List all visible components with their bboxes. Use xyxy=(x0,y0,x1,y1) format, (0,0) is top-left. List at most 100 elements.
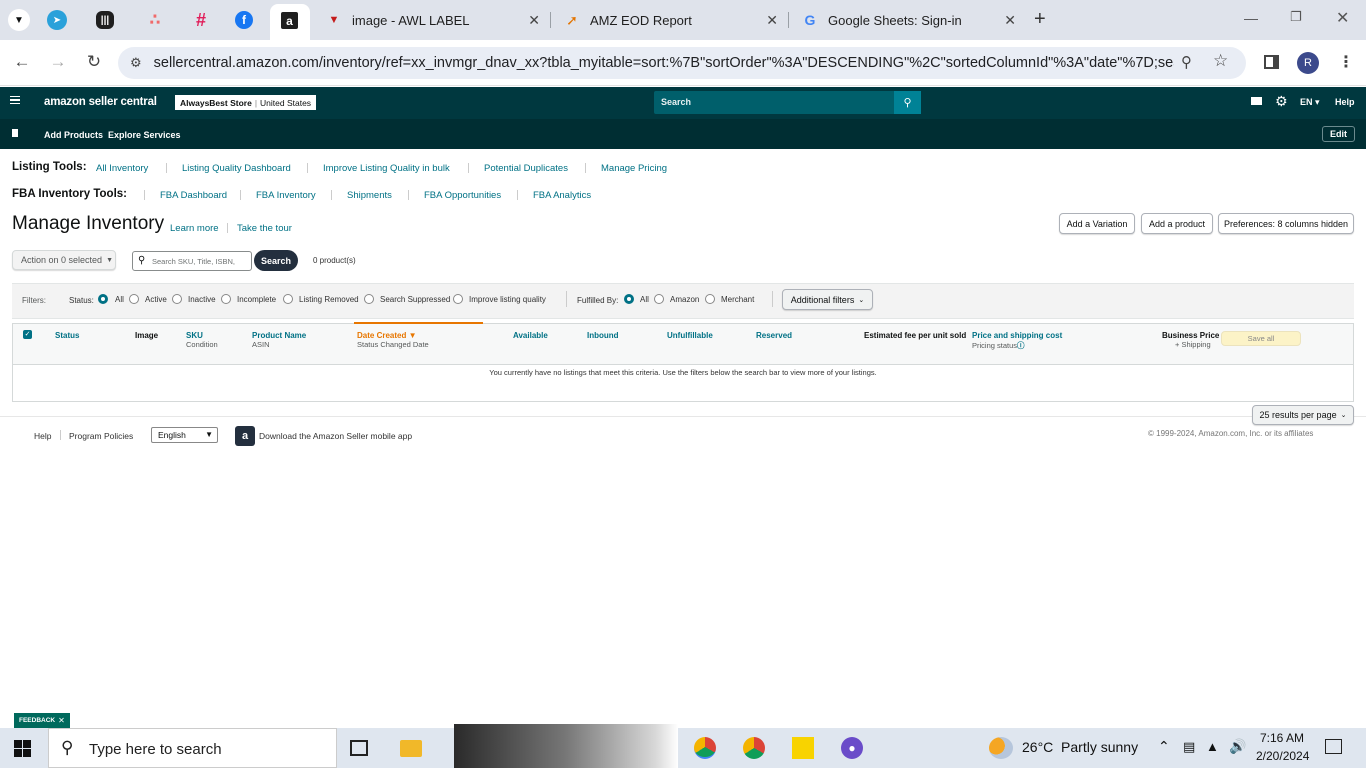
bookmark-icon[interactable] xyxy=(12,129,18,137)
active-tab-amazon[interactable]: a xyxy=(270,4,310,40)
settings-gear-icon[interactable]: ⚙ xyxy=(1275,93,1288,110)
tab-search-dropdown-button[interactable]: ▼ xyxy=(8,9,30,31)
close-window-icon[interactable]: ✕ xyxy=(1336,8,1349,28)
tab-amz-eod-report[interactable]: ➚ AMZ EOD Report ✕ xyxy=(552,0,789,40)
status-incomplete-radio[interactable] xyxy=(221,294,231,304)
link-fba-inventory[interactable]: FBA Inventory xyxy=(256,190,316,201)
notifications-icon[interactable] xyxy=(1325,739,1342,754)
clock-time[interactable]: 7:16 AM xyxy=(1260,731,1304,745)
link-all-inventory[interactable]: All Inventory xyxy=(96,163,148,174)
learn-more-link[interactable]: Learn more xyxy=(170,223,219,234)
sticky-notes-icon[interactable] xyxy=(792,737,814,759)
info-icon[interactable]: ⓘ xyxy=(1017,341,1025,350)
search-button[interactable]: Search xyxy=(254,250,298,271)
results-per-page-dropdown[interactable]: 25 results per page ⌄ xyxy=(1252,405,1354,425)
bookmark-star-icon[interactable]: ☆ xyxy=(1213,51,1228,71)
nav-add-products[interactable]: Add Products xyxy=(44,130,103,140)
pinned-tab-notebook-icon[interactable]: ||| xyxy=(96,11,114,29)
close-tab-icon[interactable]: ✕ xyxy=(528,12,540,29)
back-icon[interactable]: ← xyxy=(10,52,34,74)
fulfilled-all-radio[interactable] xyxy=(624,294,634,304)
link-improve-listing-quality[interactable]: Improve Listing Quality in bulk xyxy=(323,163,450,174)
facebook-icon[interactable]: f xyxy=(235,11,253,29)
add-variation-button[interactable]: Add a Variation xyxy=(1059,213,1135,234)
status-active-radio[interactable] xyxy=(129,294,139,304)
link-shipments[interactable]: Shipments xyxy=(347,190,392,201)
status-listing-removed-radio[interactable] xyxy=(283,294,293,304)
tab-awl-label[interactable]: ▼ image - AWL LABEL ✕ xyxy=(314,0,551,40)
zoom-icon[interactable]: ⚲ xyxy=(1181,53,1192,71)
fulfilled-amazon-radio[interactable] xyxy=(654,294,664,304)
col-sku[interactable]: SKU xyxy=(186,331,203,340)
link-fba-dashboard[interactable]: FBA Dashboard xyxy=(160,190,227,201)
telegram-icon[interactable]: ➤ xyxy=(47,10,67,30)
add-product-button[interactable]: Add a product xyxy=(1141,213,1213,234)
wifi-icon[interactable]: ▲ xyxy=(1206,739,1219,754)
url-field[interactable]: ⚙ sellercentral.amazon.com/inventory/ref… xyxy=(118,47,1246,79)
link-listing-quality-dashboard[interactable]: Listing Quality Dashboard xyxy=(182,163,291,174)
col-status-changed[interactable]: Status Changed Date xyxy=(357,340,429,349)
status-search-suppressed-radio[interactable] xyxy=(364,294,374,304)
system-tray-chevron-icon[interactable]: ⌃ xyxy=(1158,738,1170,755)
save-all-button[interactable]: Save all xyxy=(1221,331,1301,346)
bulk-action-dropdown[interactable]: Action on 0 selected ▼ xyxy=(12,250,116,270)
new-tab-button[interactable]: + xyxy=(1034,8,1046,31)
select-all-checkbox[interactable]: ✓ xyxy=(23,330,32,339)
close-tab-icon[interactable]: ✕ xyxy=(766,12,778,29)
footer-language-select[interactable]: English ▼ xyxy=(151,427,218,443)
col-inbound[interactable]: Inbound xyxy=(587,331,619,340)
restore-window-icon[interactable]: ❐ xyxy=(1290,9,1302,25)
fulfilled-merchant-radio[interactable] xyxy=(705,294,715,304)
inventory-search-input[interactable]: ⚲ Search SKU, Title, ISBN, xyxy=(132,251,252,271)
minimize-window-icon[interactable]: — xyxy=(1244,10,1258,26)
network-icon[interactable]: ▤ xyxy=(1183,739,1195,755)
slack-icon[interactable]: # xyxy=(188,7,214,33)
forward-icon[interactable]: → xyxy=(46,52,70,74)
reload-icon[interactable]: ↻ xyxy=(82,52,106,74)
weather-icon[interactable] xyxy=(989,737,1013,759)
taskbar-search-box[interactable]: ⚲ Type here to search xyxy=(48,728,337,768)
col-price-shipping[interactable]: Price and shipping cost xyxy=(972,331,1062,340)
store-switcher[interactable]: AlwaysBest Store | United States xyxy=(175,95,317,110)
file-explorer-icon[interactable] xyxy=(400,740,422,757)
chrome-icon[interactable] xyxy=(694,737,716,759)
edit-nav-button[interactable]: Edit xyxy=(1322,126,1355,142)
weather-text[interactable]: 26°C Partly sunny xyxy=(1022,739,1138,755)
download-app-link[interactable]: Download the Amazon Seller mobile app xyxy=(259,431,412,441)
col-reserved[interactable]: Reserved xyxy=(756,331,792,340)
header-search-input[interactable]: Search xyxy=(654,91,894,114)
col-available[interactable]: Available xyxy=(513,331,548,340)
hamburger-menu-icon[interactable] xyxy=(10,96,20,104)
task-view-icon[interactable] xyxy=(350,740,368,756)
link-fba-opportunities[interactable]: FBA Opportunities xyxy=(424,190,501,201)
close-icon[interactable]: ✕ xyxy=(58,716,65,725)
col-date-created[interactable]: Date Created ▼ xyxy=(357,331,417,340)
tab-google-sheets[interactable]: G Google Sheets: Sign-in ✕ xyxy=(790,0,1026,40)
seller-app-icon[interactable]: a xyxy=(235,426,255,446)
header-search-button[interactable]: ⚲ xyxy=(894,91,921,114)
additional-filters-dropdown[interactable]: Additional filters ⌄ xyxy=(782,289,873,310)
site-info-icon[interactable]: ⚙ xyxy=(130,55,142,71)
browser-menu-icon[interactable]: ⋮ xyxy=(1338,52,1354,72)
profile-avatar[interactable]: R xyxy=(1297,52,1319,74)
status-all-radio[interactable] xyxy=(98,294,108,304)
link-fba-analytics[interactable]: FBA Analytics xyxy=(533,190,591,201)
col-status[interactable]: Status xyxy=(55,331,79,340)
link-manage-pricing[interactable]: Manage Pricing xyxy=(601,163,667,174)
nav-explore-services[interactable]: Explore Services xyxy=(108,130,181,140)
col-product-name[interactable]: Product Name xyxy=(252,331,306,340)
status-improve-quality-radio[interactable] xyxy=(453,294,463,304)
chrome-profile-icon[interactable] xyxy=(743,737,765,759)
status-inactive-radio[interactable] xyxy=(172,294,182,304)
footer-help-link[interactable]: Help xyxy=(34,431,51,441)
close-tab-icon[interactable]: ✕ xyxy=(1004,12,1016,29)
take-tour-link[interactable]: Take the tour xyxy=(237,223,292,234)
volume-icon[interactable]: 🔊 xyxy=(1229,738,1246,755)
link-potential-duplicates[interactable]: Potential Duplicates xyxy=(484,163,568,174)
feedback-button[interactable]: FEEDBACK ✕ xyxy=(14,713,70,728)
language-selector[interactable]: EN ▾ xyxy=(1300,97,1320,108)
windows-start-icon[interactable] xyxy=(14,740,31,757)
side-panel-icon[interactable] xyxy=(1264,55,1279,69)
col-unfulfillable[interactable]: Unfulfillable xyxy=(667,331,713,340)
mail-icon[interactable] xyxy=(1251,97,1262,105)
